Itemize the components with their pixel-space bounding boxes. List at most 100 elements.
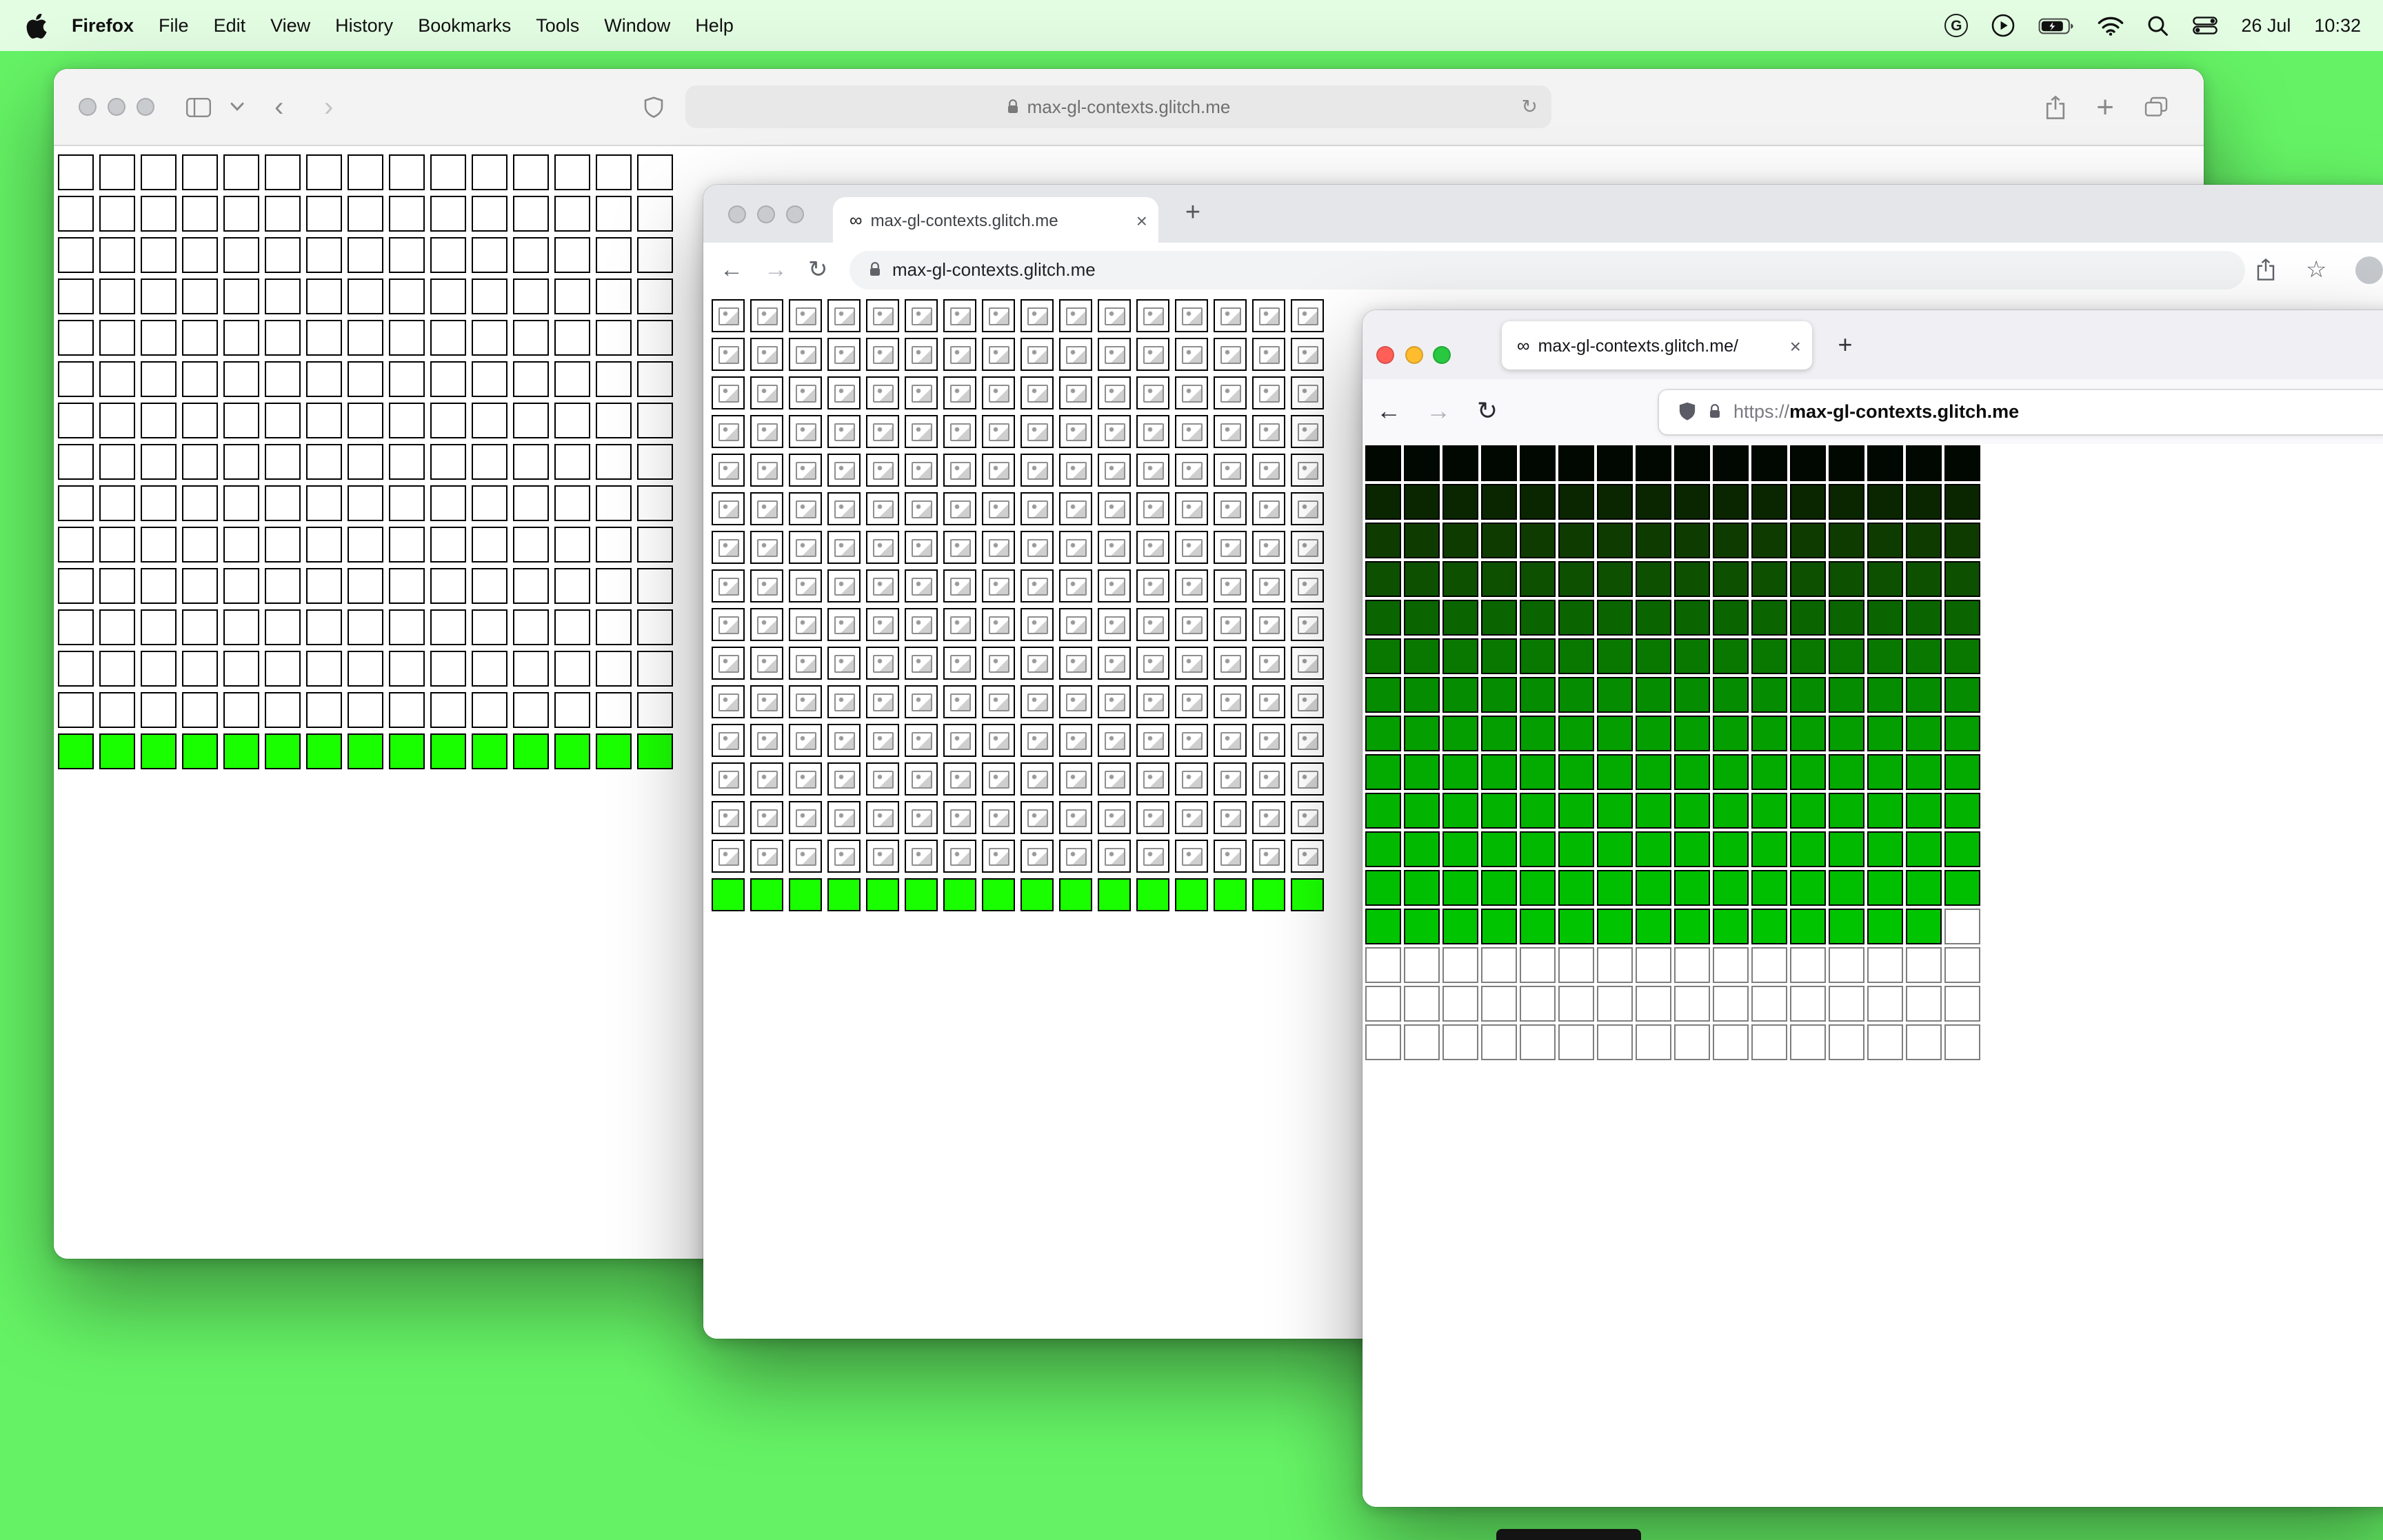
- grid-cell: [223, 154, 259, 190]
- broken-image-icon: [911, 809, 932, 827]
- grid-cell: [712, 801, 745, 834]
- desktop: Firefox File Edit View History Bookmarks…: [0, 0, 2383, 1540]
- forward-button[interactable]: →: [1426, 379, 1451, 444]
- broken-image-icon: [1181, 693, 1202, 711]
- tab-close-icon[interactable]: ×: [1136, 209, 1147, 231]
- zoom-window-button[interactable]: [1433, 346, 1451, 364]
- grid-cell: [1867, 909, 1903, 944]
- grid-cell: [1906, 870, 1942, 906]
- menu-item-file[interactable]: File: [159, 15, 189, 36]
- grid-cell: [1597, 523, 1633, 558]
- reload-button[interactable]: ↻: [808, 243, 828, 296]
- new-tab-button[interactable]: +: [1829, 328, 1862, 361]
- grid-cell: [1059, 454, 1092, 487]
- grammarly-icon[interactable]: G: [1944, 14, 1969, 37]
- broken-image-icon: [1297, 345, 1318, 363]
- zoom-window-button[interactable]: [137, 98, 154, 116]
- grid-cell: [596, 568, 632, 604]
- grid-cell: [1674, 831, 1710, 867]
- grid-cell: [1558, 600, 1594, 636]
- playback-icon[interactable]: [1991, 14, 2015, 37]
- grid-cell: [1713, 793, 1749, 829]
- grid-cell: [1175, 685, 1208, 718]
- minimize-window-button[interactable]: [757, 205, 775, 223]
- grid-cell: [1136, 724, 1169, 757]
- back-button[interactable]: ←: [720, 243, 743, 296]
- omnibox[interactable]: max-gl-contexts.glitch.me: [849, 250, 2245, 289]
- broken-image-icon: [1220, 307, 1240, 325]
- menu-item-tools[interactable]: Tools: [536, 15, 579, 36]
- back-button[interactable]: ←: [1376, 379, 1401, 444]
- grid-cell: [596, 237, 632, 273]
- grid-cell: [596, 609, 632, 645]
- grid-row: [1365, 909, 2383, 944]
- share-icon[interactable]: [2045, 94, 2066, 119]
- grid-cell: [1020, 878, 1054, 911]
- broken-image-icon: [756, 461, 777, 479]
- minimize-window-button[interactable]: [1405, 346, 1422, 364]
- grid-cell: [1751, 484, 1787, 520]
- broken-image-icon: [1143, 307, 1163, 325]
- menu-bar-clock[interactable]: 10:32: [2314, 15, 2361, 36]
- window-controls: [728, 205, 804, 223]
- battery-icon[interactable]: [2038, 17, 2074, 34]
- minimize-window-button[interactable]: [108, 98, 125, 116]
- lock-icon[interactable]: [1709, 404, 1721, 419]
- wifi-icon[interactable]: [2098, 16, 2124, 35]
- grid-cell: [712, 338, 745, 371]
- menu-item-help[interactable]: Help: [695, 15, 734, 36]
- menu-item-window[interactable]: Window: [604, 15, 670, 36]
- grid-cell: [1404, 561, 1440, 597]
- menu-item-history[interactable]: History: [335, 15, 393, 36]
- reload-button[interactable]: ↻: [1477, 379, 1498, 444]
- broken-image-icon: [949, 423, 970, 440]
- grid-cell: [1558, 523, 1594, 558]
- close-window-button[interactable]: [728, 205, 746, 223]
- url-bar[interactable]: https://max-gl-contexts.glitch.me: [1659, 389, 2383, 434]
- menu-item-bookmarks[interactable]: Bookmarks: [418, 15, 511, 36]
- zoom-window-button[interactable]: [786, 205, 804, 223]
- grid-cell: [1098, 454, 1131, 487]
- tracking-protection-shield-icon[interactable]: [1678, 401, 1696, 422]
- menu-bar-date[interactable]: 26 Jul: [2241, 15, 2291, 36]
- tab-close-icon[interactable]: ×: [1790, 334, 1801, 356]
- grid-cell: [1365, 986, 1401, 1022]
- dock-hint[interactable]: [1496, 1529, 1641, 1540]
- control-center-icon[interactable]: [2193, 17, 2218, 34]
- broken-image-icon: [718, 770, 738, 788]
- grid-cell: [1790, 947, 1826, 983]
- forward-button[interactable]: ›: [324, 69, 333, 145]
- app-menu-firefox[interactable]: Firefox: [72, 15, 134, 36]
- grid-cell: [1136, 531, 1169, 564]
- profile-avatar[interactable]: [2355, 243, 2383, 296]
- close-window-button[interactable]: [79, 98, 97, 116]
- new-tab-button[interactable]: +: [2096, 91, 2114, 122]
- tab-overview-icon[interactable]: [2144, 97, 2168, 117]
- spotlight-icon[interactable]: [2147, 14, 2169, 37]
- grid-cell: [712, 762, 745, 796]
- grid-cell: [943, 415, 976, 448]
- back-button[interactable]: ‹: [274, 69, 283, 145]
- grid-cell: [1790, 445, 1826, 481]
- browser-tab[interactable]: ∞ max-gl-contexts.glitch.me/ ×: [1502, 321, 1812, 369]
- share-icon[interactable]: [2256, 243, 2275, 296]
- broken-image-icon: [834, 693, 854, 711]
- bookmark-star-icon[interactable]: ☆: [2306, 243, 2327, 296]
- apple-menu-icon[interactable]: [26, 13, 47, 38]
- forward-button[interactable]: →: [764, 243, 787, 296]
- browser-tab[interactable]: ∞ max-gl-contexts.glitch.me ×: [833, 197, 1158, 243]
- grid-cell: [1751, 677, 1787, 713]
- broken-image-icon: [756, 654, 777, 672]
- close-window-button[interactable]: [1376, 346, 1394, 364]
- lock-icon: [870, 262, 880, 276]
- menu-item-view[interactable]: View: [270, 15, 310, 36]
- grid-cell: [430, 733, 466, 769]
- new-tab-button[interactable]: +: [1175, 196, 1211, 232]
- sidebar-toggle-icon[interactable]: [186, 69, 211, 145]
- reload-icon[interactable]: ↻: [1522, 95, 1538, 119]
- grid-cell: [1674, 870, 1710, 906]
- chevron-down-icon[interactable]: [230, 69, 244, 145]
- url-field[interactable]: max-gl-contexts.glitch.me ↻: [685, 85, 1551, 128]
- menu-item-edit[interactable]: Edit: [214, 15, 246, 36]
- privacy-shield-icon[interactable]: [644, 69, 663, 145]
